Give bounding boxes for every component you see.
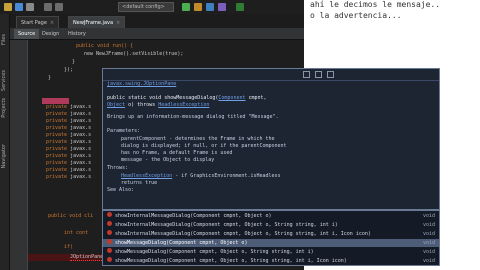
javadoc-param: has no Frame, a default Frame is used <box>121 150 233 156</box>
new-file-icon[interactable] <box>4 3 12 11</box>
javadoc-popup: javax.swing.JOptionPane public static vo… <box>102 68 440 210</box>
config-select[interactable]: <default config> <box>118 2 174 12</box>
open-project-icon[interactable] <box>15 3 23 11</box>
method-icon <box>107 257 112 262</box>
side-tab-navigator[interactable]: Navigator <box>1 144 9 168</box>
javadoc-signature: public static void showMessageDialog(Com… <box>107 95 267 101</box>
debug-icon[interactable] <box>206 3 214 11</box>
code-line: private javax.s <box>46 153 92 159</box>
side-tab-files[interactable]: Files <box>1 34 9 45</box>
code-line: public void run() { <box>76 43 134 49</box>
note-line: o la advertencia... <box>310 11 402 20</box>
code-line: private javax.s <box>46 111 92 117</box>
method-icon <box>107 221 112 226</box>
code-line: private javax.s <box>46 146 92 152</box>
save-icon[interactable] <box>26 3 34 11</box>
completion-item-selected[interactable]: showMessageDialog(Component cmpnt, Objec… <box>103 239 439 247</box>
code-line: new NewJFrame().setVisible(true); <box>84 51 184 57</box>
code-line: private javax.s <box>46 139 92 145</box>
tab-label: NewJFrame.java <box>73 20 114 26</box>
method-icon <box>107 239 112 244</box>
undo-icon[interactable] <box>44 3 52 11</box>
back-icon[interactable] <box>303 71 310 78</box>
method-icon <box>107 230 112 235</box>
completion-item[interactable]: showMessageDialog(Component cmpnt, Objec… <box>103 257 439 265</box>
method-icon <box>107 212 112 217</box>
javadoc-param: dialog is displayed; if null, or if the … <box>121 143 287 149</box>
javadoc-throws-label: Throws: <box>107 165 129 171</box>
close-icon[interactable]: × <box>116 20 120 26</box>
code-line: int cont <box>64 230 89 236</box>
method-icon <box>107 248 112 253</box>
editor-view-tabs: Source Design History <box>10 28 304 40</box>
javadoc-param: message - the Object to display <box>121 157 215 163</box>
javadoc-summary: Brings up an information-message dialog … <box>107 114 279 120</box>
note-line: ahí le decimos le mensaje.. <box>310 0 441 9</box>
code-line: private javax.s <box>46 160 92 166</box>
javadoc-toolbar <box>103 69 439 81</box>
completion-item[interactable]: showInternalMessageDialog(Component cmpn… <box>103 212 439 220</box>
close-icon[interactable]: × <box>50 20 54 26</box>
javadoc-throws: HeadlessException - if GraphicsEnvironme… <box>121 173 281 179</box>
toolbar: <default config> <box>0 0 304 14</box>
completion-item[interactable]: showInternalMessageDialog(Component cmpn… <box>103 230 439 238</box>
run-icon[interactable] <box>182 3 190 11</box>
code-line: private javax.s <box>46 104 92 110</box>
notes-panel: ahí le decimos le mensaje.. o la adverte… <box>304 0 480 60</box>
code-line: if( <box>64 244 74 250</box>
javadoc-signature-cont: Object o) throws HeadlessException <box>107 102 210 108</box>
code-line: private javax.s <box>46 118 92 124</box>
line-number-gutter <box>10 40 28 270</box>
code-line: private javax.s <box>46 125 92 131</box>
file-tab-bar: Start Page × NewJFrame.java × <box>10 14 304 28</box>
javadoc-returns: returns true <box>121 180 158 186</box>
code-line: private javax.s <box>46 174 92 180</box>
code-completion-list[interactable]: showInternalMessageDialog(Component cmpn… <box>102 210 440 266</box>
side-tab-services[interactable]: Services <box>1 70 9 91</box>
open-browser-icon[interactable] <box>327 71 334 78</box>
redo-icon[interactable] <box>55 3 63 11</box>
code-line: public void cli <box>48 213 94 219</box>
javadoc-param: parentComponent - determines the Frame i… <box>121 136 275 142</box>
tab-start-page[interactable]: Start Page × <box>16 16 60 28</box>
tab-newjframe[interactable]: NewJFrame.java × <box>68 16 126 28</box>
code-line: } <box>48 75 52 81</box>
side-panel-strip: Files Services Projects Navigator <box>0 14 10 270</box>
completion-item[interactable]: showInternalMessageDialog(Component cmpn… <box>103 221 439 229</box>
tab-label: Start Page <box>21 20 47 26</box>
code-line: private javax.s <box>46 167 92 173</box>
tab-design[interactable]: Design <box>38 29 63 39</box>
tab-source[interactable]: Source <box>14 29 40 39</box>
profile-icon[interactable] <box>218 3 226 11</box>
code-line: } <box>72 59 76 65</box>
javadoc-see-also: See Also: <box>107 187 135 193</box>
forward-icon[interactable] <box>315 71 322 78</box>
code-line: private javax.s <box>46 132 92 138</box>
javadoc-params-label: Parameters: <box>107 128 141 134</box>
side-tab-projects[interactable]: Projects <box>1 98 9 118</box>
javadoc-class[interactable]: javax.swing.JOptionPane <box>107 81 176 88</box>
completion-item[interactable]: showMessageDialog(Component cmpnt, Objec… <box>103 248 439 256</box>
build-icon[interactable] <box>194 3 202 11</box>
code-line: }); <box>64 67 74 73</box>
memory-icon <box>236 3 244 11</box>
tab-history[interactable]: History <box>64 29 90 39</box>
